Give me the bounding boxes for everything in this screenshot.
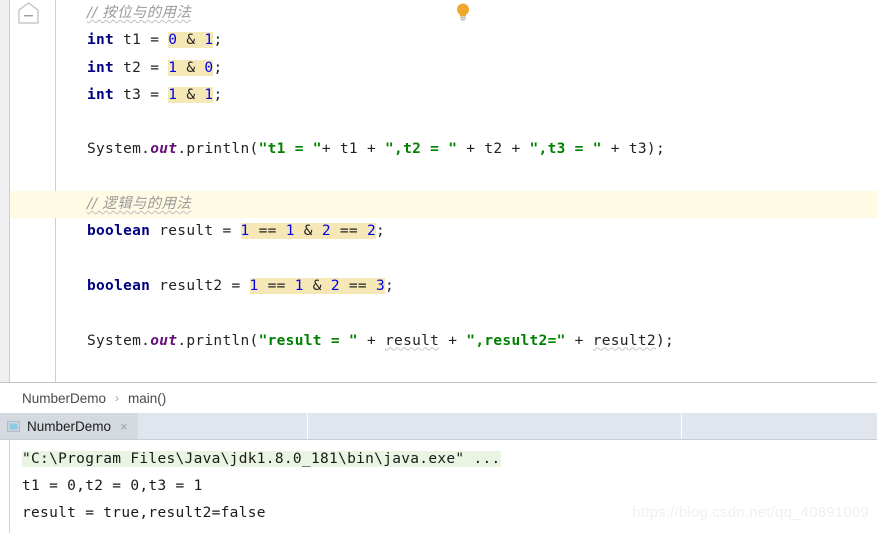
line-int-t3[interactable]: int t3 = 1 & 1; [56,82,877,109]
ide-window: // 按位与的用法 int t1 = 0 & 1; int t2 = 1 & 0; i… [0,0,877,533]
code-token: .println( [177,141,259,158]
code-surface[interactable]: // 按位与的用法 int t1 = 0 & 1; int t2 = 1 & 0; i… [56,0,877,382]
code-token: & [186,32,205,49]
code-token: "t1 = " [258,141,322,158]
line-blank-2[interactable] [56,164,877,191]
code-editor[interactable]: // 按位与的用法 int t1 = 0 & 1; int t2 = 1 & 0; i… [0,0,877,382]
run-tab-numberdemo[interactable]: NumberDemo × [0,413,138,439]
line-blank-1[interactable] [56,109,877,136]
editor-gutter[interactable] [10,0,56,382]
lightbulb-icon[interactable] [455,2,471,22]
code-token: == [258,277,295,294]
code-token: ",t2 = " [385,141,458,158]
breadcrumb[interactable]: NumberDemo › main() [0,382,877,413]
code-token: "result = " [258,332,358,349]
code-lines: // 按位与的用法 int t1 = 0 & 1; int t2 = 1 & 0; i… [56,0,877,355]
code-token: out [150,141,178,158]
code-token: 2 [321,223,331,240]
code-token: 1 [240,223,250,240]
code-token: + t2 + [457,141,530,158]
tab-divider-2 [681,413,682,439]
code-token: == [249,223,286,240]
console-command-line: "C:\Program Files\Java\jdk1.8.0_181\bin\… [22,446,877,473]
code-token [177,59,187,76]
code-token: ; [213,32,223,49]
fold-region-marker-icon[interactable] [18,2,39,26]
line-println-t[interactable]: System.out.println("t1 = "+ t1 + ",t2 = … [56,136,877,163]
code-token: 1 [168,86,178,103]
code-token: ",result2=" [466,332,566,349]
line-blank-3[interactable] [56,246,877,273]
code-token: ; [213,59,223,76]
code-token: + t1 + [321,141,386,158]
breadcrumb-method[interactable]: main() [128,391,166,406]
code-token: 3 [375,277,386,294]
code-token: System. [87,332,151,349]
code-token: t2 = [114,59,169,76]
comment-text: // 逻辑与的用法 [87,196,192,213]
run-tab-bar[interactable]: NumberDemo × [0,413,877,440]
code-token: result [385,332,440,349]
close-icon[interactable]: × [120,419,128,434]
tab-divider-1 [307,413,308,439]
code-token: int [87,32,115,49]
code-token: int [87,59,115,76]
code-token: ; [385,277,395,294]
line-blank-4[interactable] [56,300,877,327]
code-token: 1 [294,277,304,294]
code-token: + t3); [601,141,665,158]
code-token [177,86,187,103]
code-token: int [87,86,115,103]
code-token: + [357,332,386,349]
console-output-line: t1 = 0,t2 = 0,t3 = 1 [22,478,203,494]
code-token: ; [213,86,223,103]
run-configuration-icon [7,420,20,432]
code-token: boolean [87,277,151,294]
code-token: result2 = [150,277,250,294]
code-token: 0 [168,32,178,49]
code-token: == [339,277,376,294]
code-token: ",t3 = " [529,141,602,158]
code-token: & [186,59,205,76]
console-command-text: "C:\Program Files\Java\jdk1.8.0_181\bin\… [22,451,501,467]
code-token: & [294,223,322,240]
code-token: result = [150,223,241,240]
run-tab-label: NumberDemo [27,418,112,434]
line-comment-logical[interactable]: // 逻辑与的用法 [56,191,877,219]
code-token: & [186,86,205,103]
code-token: + [439,332,467,349]
line-int-t1[interactable]: int t1 = 0 & 1; [56,27,877,54]
line-boolean-result2[interactable]: boolean result2 = 1 == 1 & 2 == 3; [56,273,877,300]
console-gutter [0,440,10,533]
run-tab-bar-filler [138,413,877,439]
code-token: ; [376,223,386,240]
code-token: 1 [249,277,259,294]
code-token: result2 [592,332,656,349]
code-token: .println( [177,332,259,349]
code-token: ); [655,332,674,349]
code-token: 1 [168,59,178,76]
tool-window-stripe [0,0,10,382]
comment-text: // 按位与的用法 [87,5,192,21]
code-token [177,32,187,49]
breadcrumb-separator-icon: › [115,391,120,405]
code-token: 1 [285,223,295,240]
line-boolean-result[interactable]: boolean result = 1 == 1 & 2 == 2; [56,218,877,245]
line-int-t2[interactable]: int t2 = 1 & 0; [56,55,877,82]
code-token: + [565,332,593,349]
code-token: System. [87,141,151,158]
code-token: t3 = [114,86,169,103]
code-token: out [150,332,178,349]
code-token: t1 = [114,32,169,49]
line-println-result[interactable]: System.out.println("result = " + result … [56,328,877,355]
code-token: 2 [330,277,340,294]
code-token: boolean [87,223,151,240]
code-token: == [330,223,367,240]
code-token: & [303,277,331,294]
watermark: https://blog.csdn.net/qq_40891009 [632,504,869,521]
code-token: 2 [366,223,376,240]
run-tool-window: NumberDemo × "C:\Program Files\Java\jdk1… [0,413,877,533]
breadcrumb-class[interactable]: NumberDemo [22,391,106,406]
